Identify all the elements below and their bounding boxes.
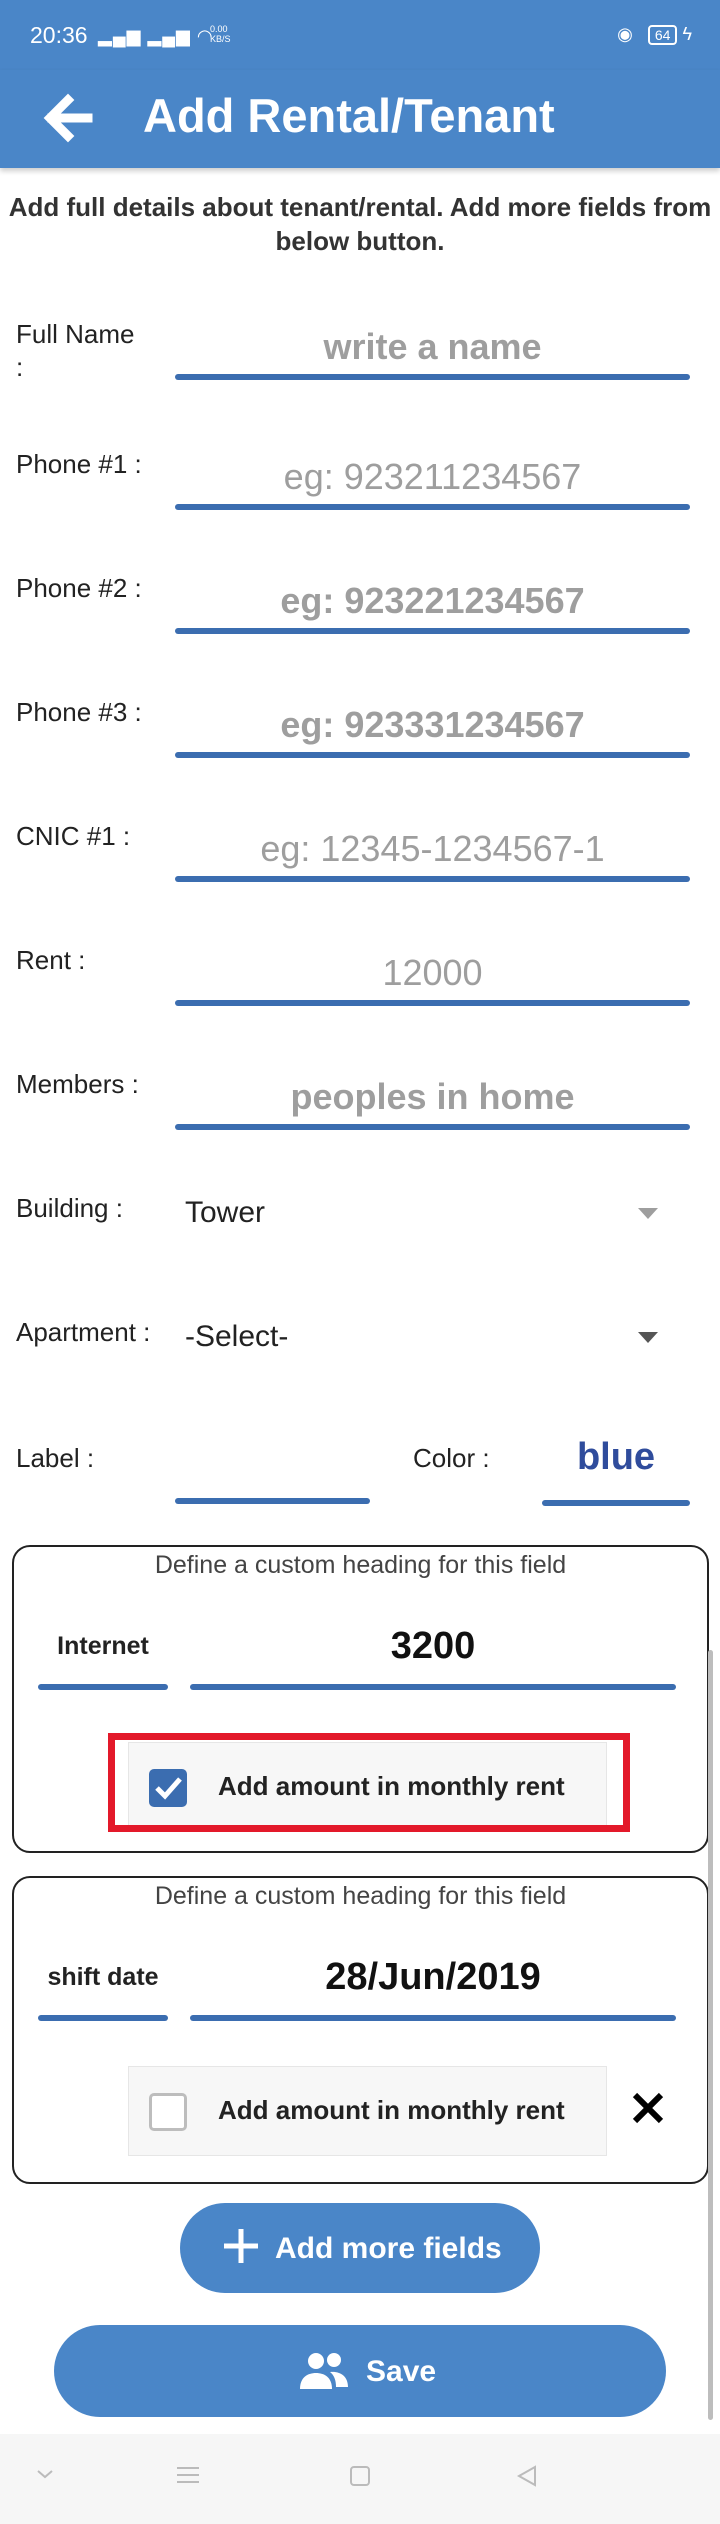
scrollbar[interactable]: [708, 1650, 713, 2420]
color-value: blue: [576, 1436, 656, 1478]
save-label: Save: [366, 2355, 437, 2388]
checkbox-icon[interactable]: [149, 2093, 187, 2131]
signal-icon: ▂▄▆ ▂▄▆ ◠: [98, 26, 214, 46]
add-to-rent-checkbox-row[interactable]: Add amount in monthly rent: [128, 2066, 607, 2156]
members-field[interactable]: peoples in home: [175, 1068, 690, 1130]
intro-text: Add full details about tenant/rental. Ad…: [8, 192, 712, 256]
nav-menu-icon[interactable]: [175, 2464, 201, 2491]
back-arrow-icon[interactable]: [38, 88, 98, 148]
custom-field-amount[interactable]: 3200: [190, 1625, 676, 1668]
apartment-value: -Select-: [185, 1320, 289, 1353]
highlight-frame: [108, 1733, 630, 1832]
custom-field-amount[interactable]: 28/Jun/2019: [190, 1956, 676, 1999]
plus-icon: [220, 2225, 262, 2267]
battery-level: 64: [647, 25, 678, 45]
charging-icon: ϟ: [682, 24, 692, 44]
add-more-fields-button[interactable]: Add more fields: [180, 2203, 540, 2293]
custom-field-hint: Define a custom heading for this field: [154, 1551, 567, 1579]
full-name-underline: [175, 374, 690, 380]
custom-heading-underline: [38, 2015, 168, 2021]
custom-field-card: Define a custom heading for this field s…: [12, 1876, 709, 2184]
full-name-label: Full Name :: [16, 319, 135, 382]
phone3-field[interactable]: eg: 923331234567: [175, 696, 690, 758]
dropdown-arrow-icon: [638, 1332, 658, 1343]
status-bar: 20:36 ▂▄▆ ▂▄▆ ◠ 0.00 KB/S ◉ 64 ϟ: [0, 0, 720, 70]
cnic1-placeholder: eg: 12345-1234567-1: [260, 828, 605, 869]
rent-placeholder: 12000: [382, 952, 483, 993]
close-icon[interactable]: [630, 2090, 666, 2126]
members-underline: [175, 1124, 690, 1130]
full-name-placeholder: write a name: [323, 326, 542, 367]
phone1-underline: [175, 504, 690, 510]
cnic1-underline: [175, 876, 690, 882]
dropdown-arrow-icon: [638, 1208, 658, 1219]
status-time: 20:36: [30, 22, 88, 48]
color-underline: [542, 1500, 690, 1506]
custom-field-hint: Define a custom heading for this field: [154, 1882, 567, 1910]
phone2-placeholder: eg: 923221234567: [280, 580, 585, 621]
apartment-dropdown[interactable]: -Select-: [175, 1314, 690, 1364]
page-title: Add Rental/Tenant: [143, 89, 555, 142]
phone3-label: Phone #3 :: [16, 697, 142, 727]
phone1-placeholder: eg: 923211234567: [283, 456, 582, 497]
apartment-label: Apartment :: [16, 1317, 151, 1347]
system-nav-bar: [0, 2434, 720, 2524]
custom-field-heading[interactable]: shift date: [38, 1963, 168, 1992]
phone2-underline: [175, 628, 690, 634]
rent-field[interactable]: 12000: [175, 944, 690, 1006]
cnic1-field[interactable]: eg: 12345-1234567-1: [175, 820, 690, 882]
custom-amount-underline: [190, 2015, 676, 2021]
color-label: Color :: [413, 1443, 490, 1473]
custom-field-heading[interactable]: Internet: [38, 1632, 168, 1661]
custom-heading-underline: [38, 1684, 168, 1690]
color-field[interactable]: blue: [542, 1436, 690, 1506]
people-icon: [296, 2351, 352, 2391]
add-to-rent-label: Add amount in monthly rent: [218, 2095, 565, 2125]
alarm-icon: ◉: [617, 24, 633, 44]
save-button[interactable]: Save: [54, 2325, 666, 2417]
nav-home-icon[interactable]: [348, 2464, 372, 2493]
custom-amount-underline: [190, 1684, 676, 1690]
label-label: Label :: [16, 1443, 95, 1473]
phone2-field[interactable]: eg: 923221234567: [175, 572, 690, 634]
nav-back-icon[interactable]: [515, 2464, 539, 2493]
status-right: ◉ 64 ϟ: [617, 24, 692, 45]
phone2-label: Phone #2 :: [16, 573, 142, 603]
building-dropdown[interactable]: Tower: [175, 1190, 690, 1240]
building-value: Tower: [185, 1196, 266, 1229]
rent-label: Rent :: [16, 945, 86, 975]
members-label: Members :: [16, 1069, 139, 1099]
full-name-field[interactable]: write a name: [175, 318, 690, 380]
phone3-placeholder: eg: 923331234567: [280, 704, 585, 745]
phone1-field[interactable]: eg: 923211234567: [175, 448, 690, 510]
rent-underline: [175, 1000, 690, 1006]
phone1-label: Phone #1 :: [16, 449, 142, 479]
network-speed: 0.00 KB/S: [210, 24, 231, 44]
building-label: Building :: [16, 1193, 123, 1223]
add-more-fields-label: Add more fields: [275, 2232, 502, 2265]
nav-down-icon[interactable]: [35, 2464, 55, 2489]
app-bar: Add Rental/Tenant: [0, 70, 720, 168]
label-input[interactable]: [175, 1498, 370, 1504]
phone3-underline: [175, 752, 690, 758]
members-placeholder: peoples in home: [290, 1076, 575, 1117]
cnic1-label: CNIC #1 :: [16, 821, 131, 851]
